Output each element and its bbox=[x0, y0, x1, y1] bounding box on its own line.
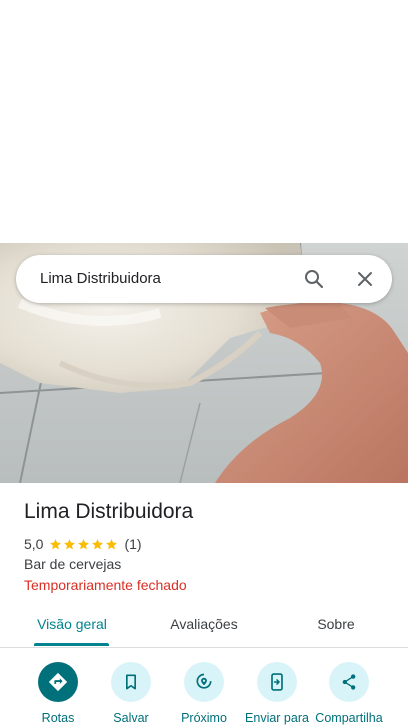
nearby-button[interactable]: Próximo bbox=[164, 662, 244, 725]
star-icon bbox=[50, 538, 62, 549]
send-to-device-button[interactable]: Enviar para bbox=[237, 662, 317, 725]
star-rating bbox=[49, 538, 119, 551]
share-icon bbox=[342, 674, 356, 690]
nearby-label: Próximo bbox=[181, 711, 227, 725]
star-icon bbox=[106, 538, 118, 549]
star-icon bbox=[64, 538, 76, 549]
share-button[interactable]: Compartilha bbox=[309, 662, 389, 725]
rating-row[interactable]: 5,0 (1) bbox=[24, 535, 142, 553]
action-bar: Rotas Salvar Próximo Enviar para Compart… bbox=[0, 648, 408, 726]
search-input[interactable]: Lima Distribuidora bbox=[40, 255, 161, 303]
status-closed: Temporariamente fechado bbox=[24, 577, 187, 593]
directions-label: Rotas bbox=[41, 711, 75, 725]
nearby-icon bbox=[196, 673, 212, 689]
save-label: Salvar bbox=[113, 711, 149, 725]
star-icon bbox=[78, 538, 90, 549]
tab-overview[interactable]: Visão geral bbox=[20, 604, 124, 646]
rating-value: 5,0 bbox=[24, 536, 44, 552]
tab-about[interactable]: Sobre bbox=[290, 604, 382, 646]
close-icon[interactable] bbox=[353, 267, 377, 291]
tab-reviews[interactable]: Avaliações bbox=[152, 604, 256, 646]
bookmark-icon bbox=[126, 674, 136, 690]
active-tab-indicator bbox=[34, 643, 109, 646]
review-count: (1) bbox=[124, 536, 142, 552]
search-icon[interactable] bbox=[302, 267, 326, 291]
star-icon bbox=[92, 538, 104, 549]
send-to-device-icon bbox=[271, 673, 283, 691]
save-button[interactable]: Salvar bbox=[91, 662, 171, 725]
place-category: Bar de cervejas bbox=[24, 556, 122, 572]
send-to-device-label: Enviar para bbox=[245, 711, 309, 725]
share-label: Compartilha bbox=[315, 711, 383, 725]
directions-icon bbox=[48, 672, 68, 692]
tab-bar: Visão geral Avaliações Sobre bbox=[0, 604, 408, 648]
directions-button[interactable]: Rotas bbox=[18, 662, 98, 725]
search-bar[interactable]: Lima Distribuidora bbox=[16, 255, 392, 303]
place-title: Lima Distribuidora bbox=[24, 500, 194, 523]
map-blank-area bbox=[0, 0, 408, 243]
